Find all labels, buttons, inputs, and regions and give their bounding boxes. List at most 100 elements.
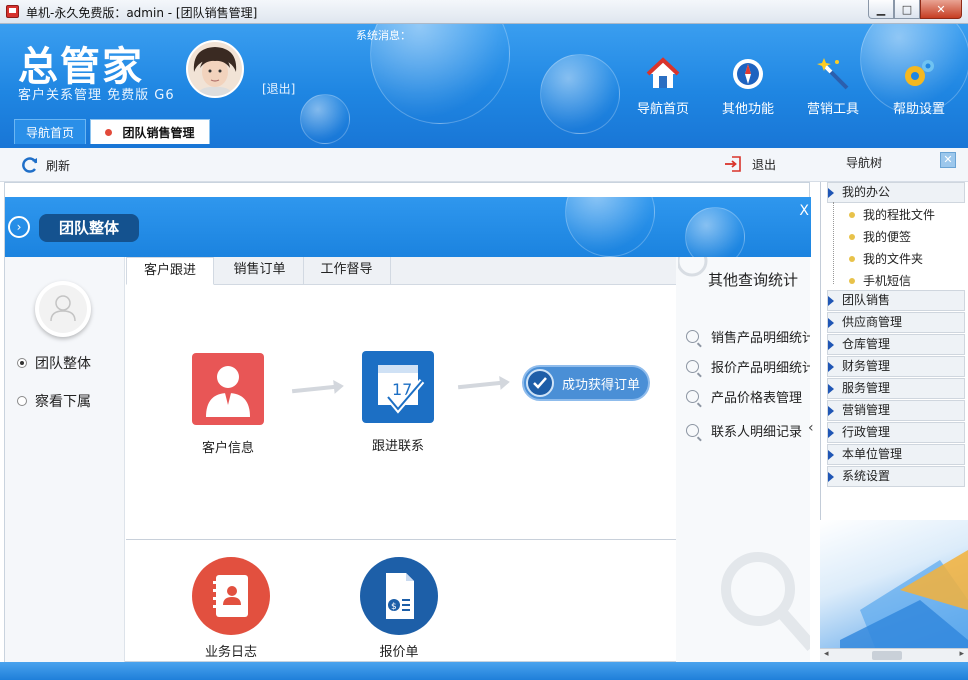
exit-button[interactable]: 退出 [724, 155, 776, 173]
status-bar [0, 662, 968, 680]
scroll-left-arrow-icon[interactable]: ◂ [824, 649, 829, 659]
nav-home-label: 导航首页 [636, 102, 689, 117]
svg-text:$: $ [391, 602, 397, 612]
scope-panel: 团队整体 察看下属 [5, 257, 125, 662]
flow-arrow-icon [457, 380, 503, 390]
search-icon [686, 360, 699, 373]
marketing-tools-button[interactable]: 营销工具 [798, 56, 868, 117]
tree-leaf-label: 手机短信 [863, 274, 912, 288]
close-button[interactable]: ✕ [920, 0, 962, 19]
tree-leaf[interactable]: 我的程批文件 [849, 206, 935, 223]
tree-leaf[interactable]: 我的便签 [849, 228, 911, 245]
nav-tree-scrollbar[interactable]: ◂ ▸ [820, 648, 968, 662]
query-stats-title: 其他查询统计 [708, 271, 799, 289]
order-success-badge[interactable]: 成功获得订单 [522, 365, 650, 401]
flow-arrow-icon [291, 384, 337, 394]
tree-group-office[interactable]: 我的办公 [827, 182, 965, 203]
calendar-check-icon: 17 [362, 351, 434, 423]
collapse-arrow-icon[interactable]: ‹ [808, 420, 814, 436]
search-icon [686, 390, 699, 403]
query-item[interactable]: 产品价格表管理 [686, 387, 802, 406]
tree-group-suppliers[interactable]: 供应商管理 [827, 312, 965, 333]
refresh-label: 刷新 [46, 158, 71, 173]
bullet-icon [849, 255, 855, 262]
window-title: 单机-永久免费版：admin - [团队销售管理] [26, 6, 258, 20]
customer-info-item[interactable]: 客户信息 [190, 353, 266, 456]
followup-contact-label: 跟进联系 [371, 439, 424, 454]
section-header: › 团队整体 X [5, 197, 811, 257]
maximize-button[interactable]: □ [894, 0, 920, 19]
user-avatar[interactable] [186, 40, 244, 98]
help-settings-label: 帮助设置 [892, 102, 945, 117]
refresh-button[interactable]: 刷新 [20, 155, 70, 175]
nav-home-button[interactable]: 导航首页 [628, 56, 698, 117]
search-icon [686, 330, 699, 343]
tab-nav-home[interactable]: 导航首页 [14, 119, 86, 144]
tab-team-sales[interactable]: 团队销售管理 [90, 119, 210, 144]
expand-chevron-icon[interactable]: › [8, 216, 30, 238]
tree-leaf[interactable]: 我的文件夹 [849, 250, 923, 267]
section-title: 团队整体 [39, 214, 140, 242]
home-icon [646, 57, 680, 88]
query-item[interactable]: 报价产品明细统计 [686, 357, 810, 376]
quotation-item[interactable]: $ 报价单 [360, 557, 438, 660]
logout-link[interactable]: [退出] [262, 80, 295, 97]
section-close-button[interactable]: X [799, 203, 809, 219]
marketing-tools-label: 营销工具 [806, 102, 859, 117]
bullet-icon [849, 277, 855, 284]
scope-option-team[interactable]: 团队整体 [17, 353, 91, 373]
tab-nav-home-label: 导航首页 [25, 125, 74, 140]
tab-work-supervision[interactable]: 工作督导 [303, 257, 391, 285]
tree-group-finance[interactable]: 财务管理 [827, 356, 965, 377]
tree-group-unit[interactable]: 本单位管理 [827, 444, 965, 465]
minimize-button[interactable]: ▁ [868, 0, 894, 19]
system-message-label: 系统消息： [356, 29, 411, 42]
window-title-bar: 单机-永久免费版：admin - [团队销售管理] ▁ □ ✕ [0, 0, 968, 24]
refresh-icon [22, 157, 38, 173]
radio-team[interactable] [17, 358, 27, 368]
query-item[interactable]: 联系人明细记录 [686, 421, 802, 440]
business-log-label: 业务日志 [204, 645, 257, 660]
workflow-panel: 客户跟进 销售订单 工作督导 客户信息 17 跟进联系 成功获得订单 业务日志 … [126, 257, 676, 662]
other-functions-label: 其他功能 [721, 102, 774, 117]
scroll-thumb[interactable] [872, 651, 902, 660]
decor-bubble [300, 94, 350, 144]
sub-tabs: 客户跟进 销售订单 工作督导 [126, 257, 676, 285]
scroll-right-arrow-icon[interactable]: ▸ [959, 649, 964, 659]
tree-group-admin[interactable]: 行政管理 [827, 422, 965, 443]
app-header: 总管家 客户关系管理 免费版 G6 [退出] 系统消息： 导航首页 其他功能 营… [0, 24, 968, 148]
tree-group-warehouse[interactable]: 仓库管理 [827, 334, 965, 355]
tree-leaf[interactable]: 手机短信 [849, 272, 911, 289]
help-settings-button[interactable]: 帮助设置 [884, 56, 954, 117]
quotation-document-icon: $ [360, 557, 438, 635]
tree-group-service[interactable]: 服务管理 [827, 378, 965, 399]
search-watermark-icon [721, 552, 810, 651]
scope-option-subordinates[interactable]: 察看下属 [17, 391, 91, 411]
customer-info-label: 客户信息 [201, 441, 254, 456]
other-functions-button[interactable]: 其他功能 [713, 56, 783, 117]
tree-leaf-label: 我的文件夹 [863, 252, 924, 266]
tab-customer-followup[interactable]: 客户跟进 [126, 257, 214, 285]
followup-contact-item[interactable]: 17 跟进联系 [360, 351, 436, 454]
tree-group-system-settings[interactable]: 系统设置 [827, 466, 965, 487]
query-item-label: 报价产品明细统计 [711, 361, 810, 376]
tree-group-team-sales[interactable]: 团队销售 [827, 290, 965, 311]
query-item-label: 销售产品明细统计 [711, 331, 810, 346]
gears-icon [905, 60, 934, 86]
query-item[interactable]: 销售产品明细统计 [686, 327, 810, 346]
business-log-item[interactable]: 业务日志 [192, 557, 270, 660]
tree-group-marketing[interactable]: 营销管理 [827, 400, 965, 421]
tab-active-dot [105, 128, 113, 136]
bullet-icon [849, 211, 855, 218]
window-controls: ▁ □ ✕ [868, 0, 962, 19]
exit-label: 退出 [752, 157, 777, 172]
nav-tree-close-button[interactable]: ✕ [940, 152, 956, 168]
tab-sales-orders[interactable]: 销售订单 [216, 257, 304, 285]
scope-option-team-label: 团队整体 [35, 356, 91, 372]
nav-tree-label: 导航树 [846, 156, 883, 170]
customer-info-icon [192, 353, 264, 425]
radio-subordinates[interactable] [17, 396, 27, 406]
checkmark-icon [526, 369, 554, 397]
exit-icon [725, 156, 741, 172]
search-icon [686, 424, 699, 437]
